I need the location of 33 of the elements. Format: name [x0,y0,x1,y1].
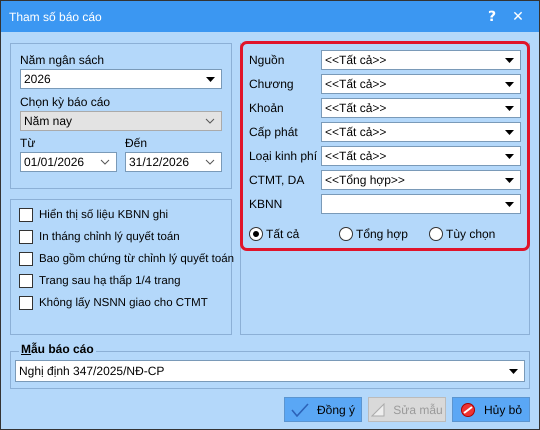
field-label: Nguồn [249,53,286,67]
cancel-button[interactable]: Hủy bỏ [452,397,530,422]
filter-dropdown[interactable]: <<Tất cả>> [321,98,521,118]
field-label: Chọn kỳ báo cáo [20,94,112,111]
radio-label: Tất cả [266,227,300,241]
field-label: Năm ngân sách [20,52,106,69]
filter-dropdown[interactable]: <<Tất cả>> [321,122,521,142]
checkbox-label: Bao gồm chứng từ chỉnh lý quyết toán [39,253,234,265]
filter-dropdown[interactable]: <<Tổng hợp>> [321,170,521,190]
group-caption: Mẫu báo cáo [19,342,96,356]
checkbox-label: Hiển thị số liệu KBNN ghi [39,209,168,221]
field-label: Khoản [249,101,285,115]
template-dropdown[interactable]: Nghị định 347/2025/NĐ-CP [15,360,525,382]
date-picker[interactable]: 31/12/2026 [125,152,222,172]
field-label: KBNN [249,197,284,211]
field-label: Từ [20,135,36,152]
window-title: Tham số báo cáo [9,10,103,24]
field-label: Chương [249,77,295,91]
radio-label: Tùy chọn [446,227,496,241]
field-label: CTMT, DA [249,173,306,187]
year-dropdown[interactable]: 2026 [20,69,222,89]
field-label: Đến [125,135,148,152]
filter-dropdown[interactable]: <<Tất cả>> [321,50,521,70]
ok-button[interactable]: Đồng ý [284,397,362,422]
field-label: Loại kinh phí [249,149,318,163]
checkbox-label: Trang sau hạ thấp 1/4 trang [39,275,181,287]
date-picker[interactable]: 01/01/2026 [20,152,117,172]
checkbox-label: In tháng chỉnh lý quyết toán [39,231,180,243]
field-label: Cấp phát [249,125,299,139]
filter-dropdown[interactable]: <<Tất cả>> [321,146,521,166]
radio-label: Tổng hợp [356,227,408,241]
filter-dropdown[interactable]: <<Tất cả>> [321,74,521,94]
checkbox-label: Không lấy NSNN giao cho CTMT [39,297,208,309]
